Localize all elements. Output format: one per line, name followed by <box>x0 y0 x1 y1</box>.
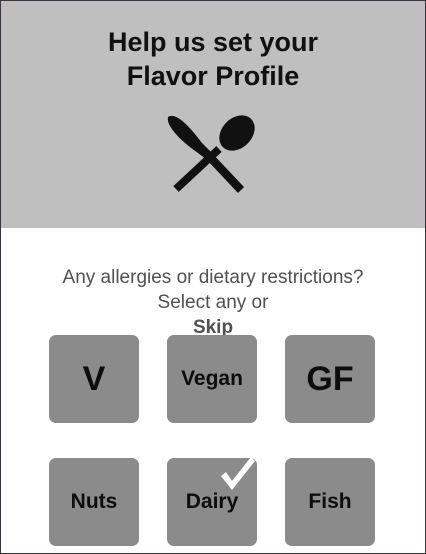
option-label: Nuts <box>70 490 118 513</box>
option-v-button[interactable]: V <box>49 335 139 423</box>
dietary-question: Any allergies or dietary restrictions? S… <box>1 265 425 340</box>
title-line-1: Help us set your <box>107 27 319 57</box>
header-panel: Help us set your Flavor Profile <box>1 1 425 228</box>
option-label: Fish <box>308 490 352 513</box>
option-dairy-button[interactable]: Dairy <box>167 457 257 546</box>
question-line-1: Any allergies or dietary restrictions? <box>62 267 364 288</box>
option-label: V <box>82 359 106 398</box>
option-fish-button[interactable]: Fish <box>285 458 375 546</box>
question-line-2-prefix: Select any or <box>157 292 269 313</box>
title-line-2: Flavor Profile <box>126 61 300 91</box>
option-nuts-button[interactable]: Nuts <box>49 458 139 546</box>
question-line-2: Select any or Skip <box>1 290 425 340</box>
page-title: Help us set your Flavor Profile <box>1 25 425 93</box>
option-vegan-button[interactable]: Vegan <box>167 335 257 423</box>
option-label: Vegan <box>181 367 243 390</box>
flavor-profile-screen: Help us set your Flavor Profile Any alle… <box>1 1 425 553</box>
checkmark-icon <box>221 457 255 490</box>
utensils-icon <box>167 115 255 193</box>
option-gf-button[interactable]: GF <box>285 335 375 423</box>
option-label: GF <box>306 359 354 398</box>
